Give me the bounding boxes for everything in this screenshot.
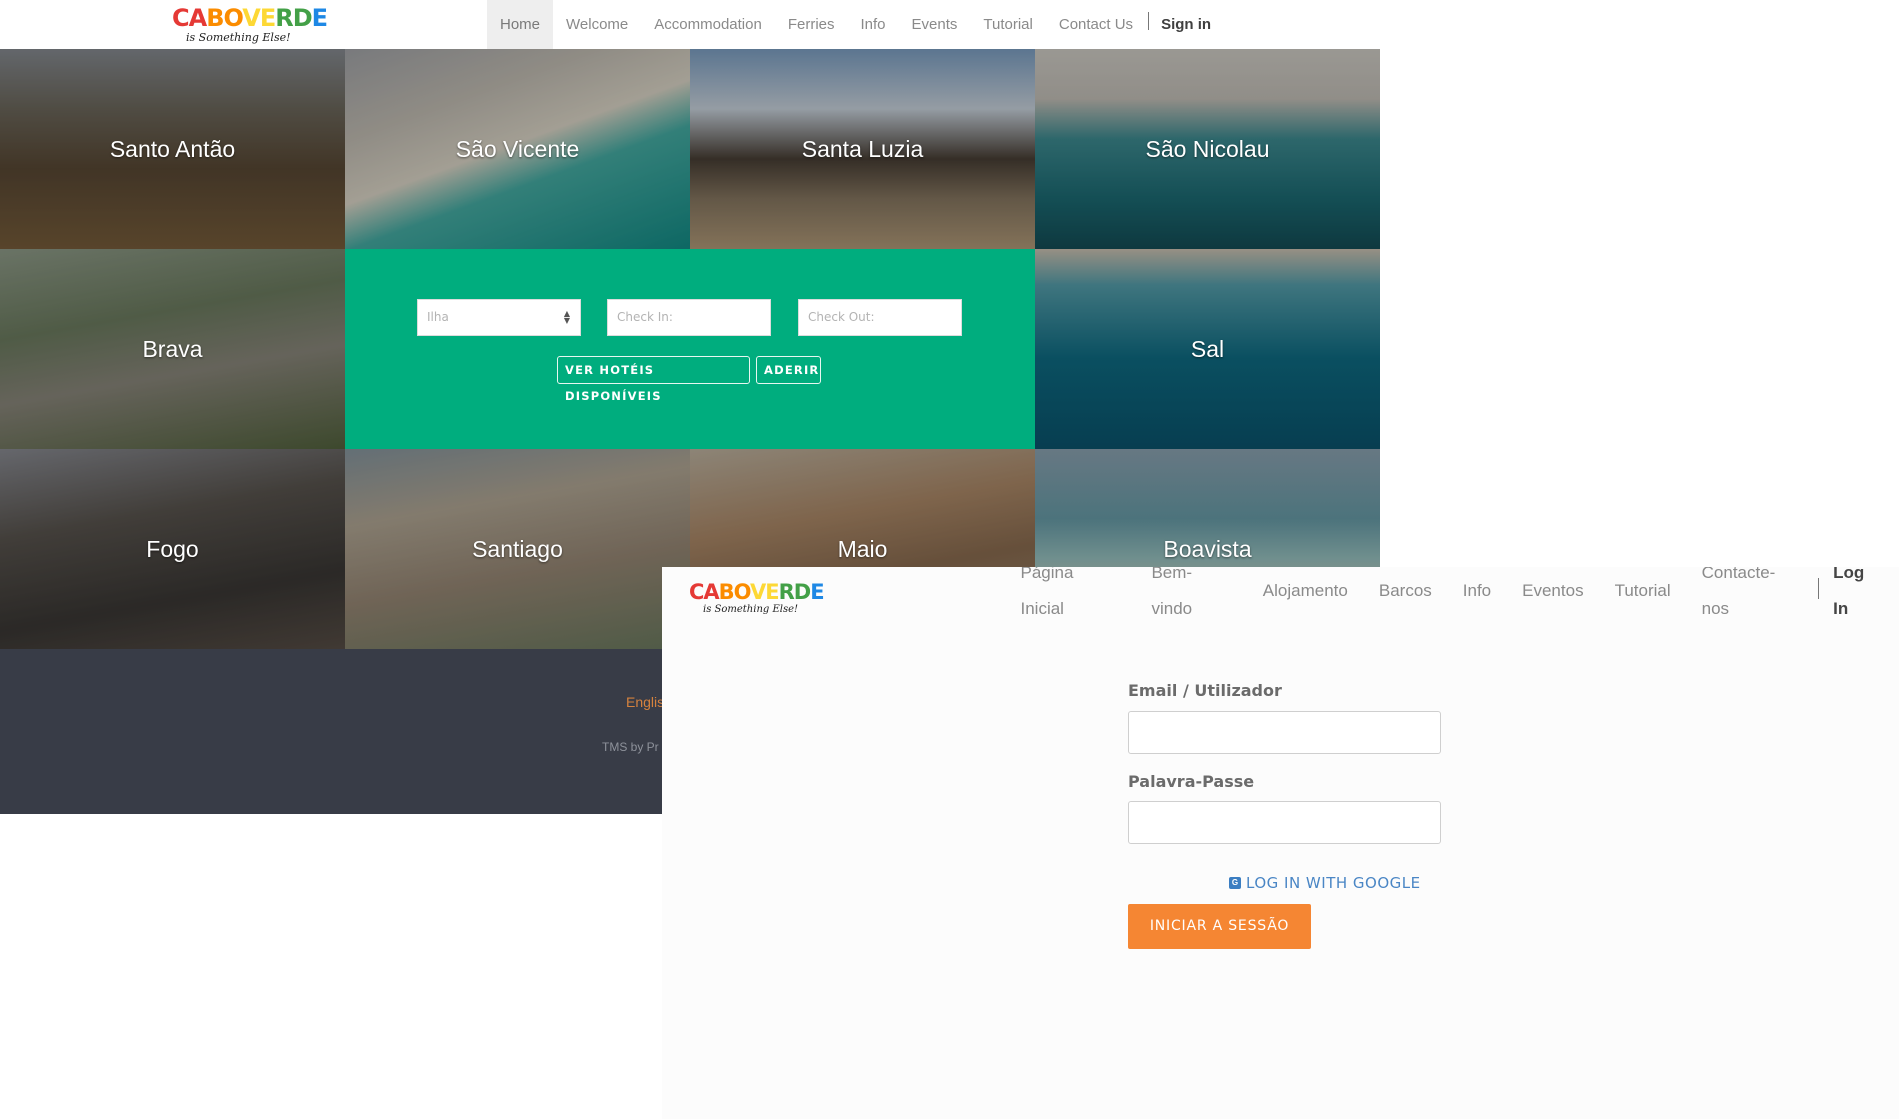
nav-info[interactable]: Info [1447, 573, 1506, 609]
login-page-menu: Página Inicial Bem-vindo Alojamento Barc… [1005, 567, 1899, 618]
logo-wordmark: CABOVERDE [172, 4, 328, 32]
island-tile-santiago[interactable]: Santiago [345, 449, 690, 649]
logo-wordmark: CABOVERDE [689, 580, 825, 604]
island-tile-santa-luzia[interactable]: Santa Luzia [690, 49, 1035, 249]
google-login-link[interactable]: G LOG IN WITH GOOGLE [1229, 874, 1421, 892]
island-name: São Vicente [455, 135, 580, 162]
nav-boats[interactable]: Barcos [1363, 573, 1447, 609]
island-name: Fogo [146, 535, 199, 562]
select-arrows-icon: ▲ ▼ [563, 309, 570, 325]
password-label: Palavra-Passe [1128, 772, 1255, 791]
nav-contact-us[interactable]: Contact Us [1046, 0, 1146, 49]
island-name: Sal [1190, 335, 1225, 362]
island-tile-santo-antao[interactable]: Santo Antão [0, 49, 345, 249]
logo-tagline: is Something Else! [186, 31, 291, 44]
google-login-label: LOG IN WITH GOOGLE [1246, 874, 1421, 892]
island-tile-fogo[interactable]: Fogo [0, 449, 345, 649]
island-grid: Santo Antão São Vicente Santa Luzia São … [0, 49, 1380, 649]
login-window: CABOVERDE is Something Else! Página Inic… [662, 567, 1899, 1119]
nav-welcome[interactable]: Bem-vindo [1136, 567, 1247, 627]
nav-events[interactable]: Events [899, 0, 971, 49]
cabo-verde-logo[interactable]: CABOVERDE is Something Else! [172, 4, 328, 44]
island-tile-sao-nicolau[interactable]: São Nicolau [1035, 49, 1380, 249]
nav-info[interactable]: Info [848, 0, 899, 49]
language-link[interactable]: Englis [626, 694, 664, 710]
email-label: Email / Utilizador [1128, 681, 1282, 700]
sign-in-link[interactable]: Sign in [1161, 0, 1224, 49]
view-available-hotels-button[interactable]: VER HOTÉIS DISPONÍVEIS [557, 356, 750, 403]
nav-welcome[interactable]: Welcome [553, 0, 641, 49]
email-field[interactable] [1128, 711, 1441, 754]
island-tile-sal[interactable]: Sal [1035, 249, 1380, 449]
back-page-navbar: CABOVERDE is Something Else! Home Welcom… [0, 0, 1380, 50]
nav-contact[interactable]: Contacte-nos [1686, 567, 1817, 627]
island-name: Boavista [1163, 535, 1252, 562]
google-icon: G [1229, 877, 1241, 889]
island-select-placeholder: Ilha [427, 310, 449, 324]
island-name: Santo Antão [109, 135, 236, 162]
password-field[interactable] [1128, 801, 1441, 844]
logo-tagline: is Something Else! [703, 604, 799, 615]
island-select[interactable]: Ilha ▲ ▼ [417, 299, 581, 336]
nav-home[interactable]: Página Inicial [1005, 567, 1136, 627]
nav-ferries[interactable]: Ferries [775, 0, 848, 49]
check-in-input[interactable]: Check In: [607, 299, 771, 336]
nav-accommodation[interactable]: Alojamento [1247, 573, 1363, 609]
log-in-link[interactable]: Log In [1833, 567, 1899, 627]
island-name: Santa Luzia [801, 135, 924, 162]
sign-in-button[interactable]: INICIAR A SESSÃO [1128, 904, 1311, 949]
nav-tutorial[interactable]: Tutorial [1599, 573, 1686, 609]
island-name: Santiago [472, 535, 563, 562]
nav-tutorial[interactable]: Tutorial [970, 0, 1045, 49]
join-button[interactable]: ADERIR [756, 356, 821, 384]
check-out-input[interactable]: Check Out: [798, 299, 962, 336]
island-tile-brava[interactable]: Brava [0, 249, 345, 449]
nav-accommodation[interactable]: Accommodation [641, 0, 775, 49]
main-menu: Home Welcome Accommodation Ferries Info … [487, 0, 1224, 49]
cabo-verde-logo[interactable]: CABOVERDE is Something Else! [689, 580, 825, 616]
nav-divider [1148, 11, 1150, 30]
island-tile-sao-vicente[interactable]: São Vicente [345, 49, 690, 249]
hotel-search-panel: Ilha ▲ ▼ Check In: Check Out: VER HOTÉIS … [345, 249, 1035, 449]
island-name: Maio [837, 535, 888, 562]
nav-divider [1818, 577, 1820, 599]
island-name: São Nicolau [1145, 135, 1270, 162]
footer-credit: TMS by Pr [602, 740, 659, 754]
nav-events[interactable]: Eventos [1507, 573, 1599, 609]
nav-home[interactable]: Home [487, 0, 554, 49]
island-name: Brava [142, 335, 203, 362]
